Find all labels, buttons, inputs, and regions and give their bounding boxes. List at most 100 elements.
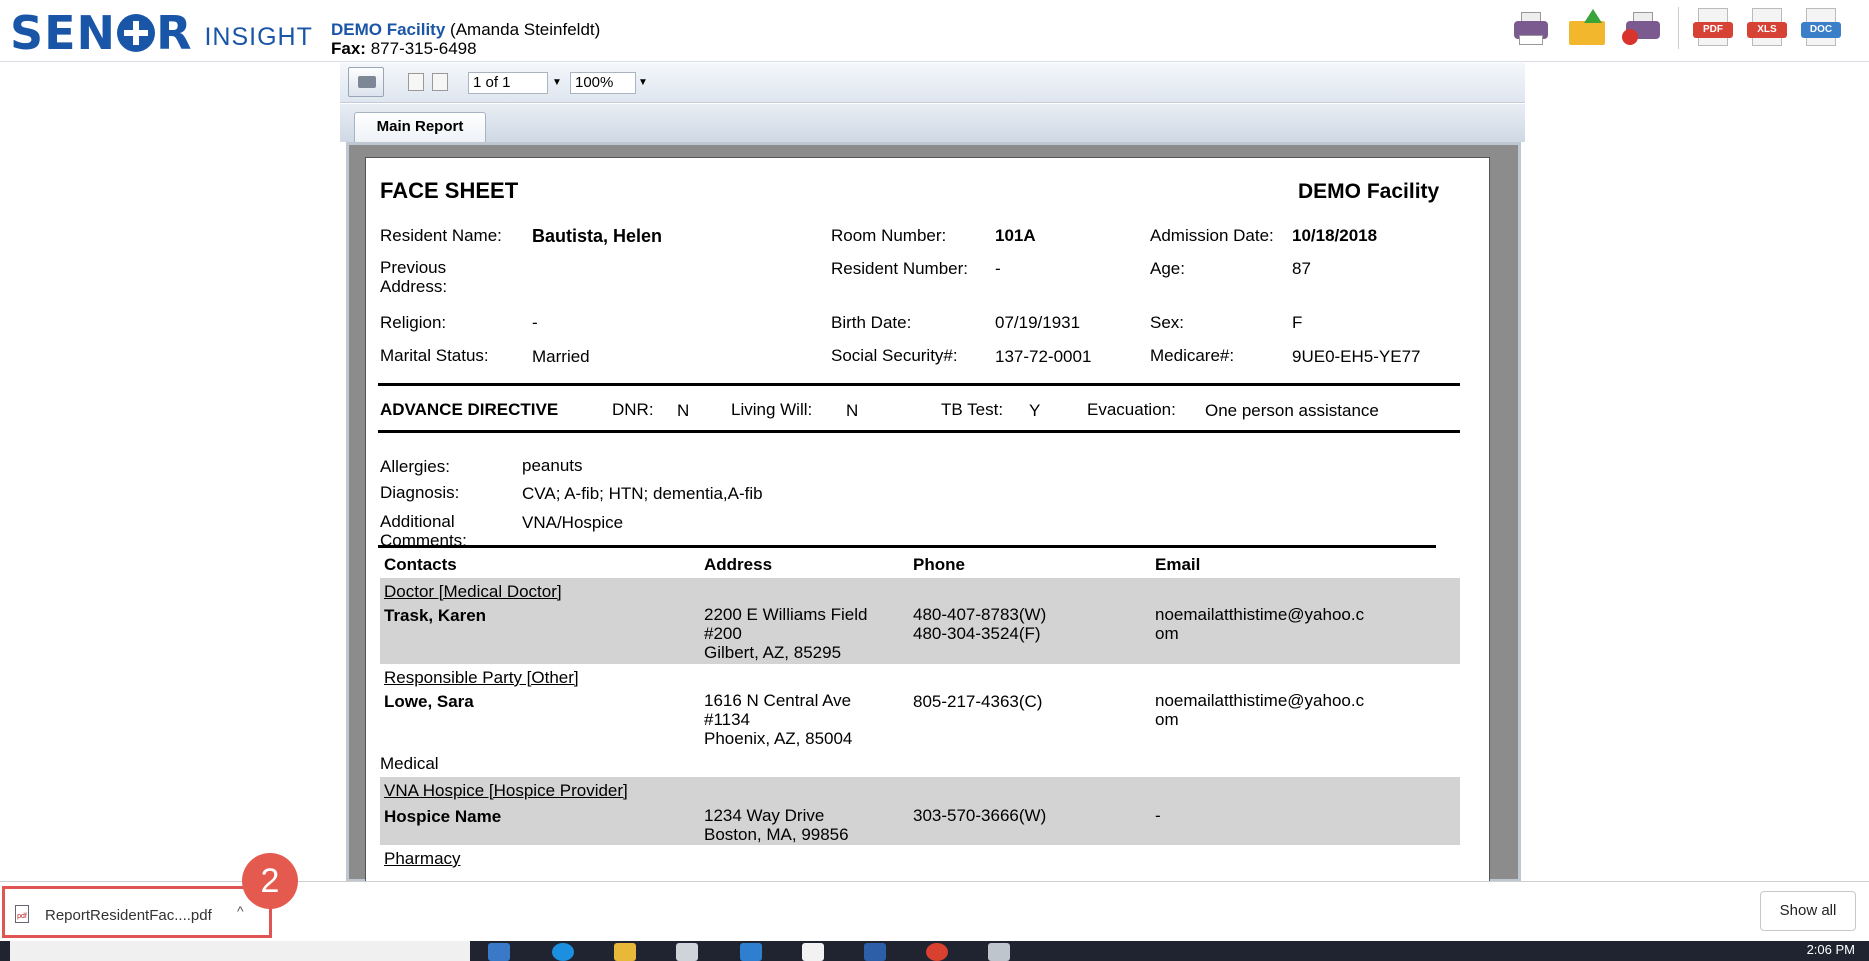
evacuation-label: Evacuation:: [1087, 400, 1176, 419]
contact-address: #1134: [704, 710, 751, 729]
fax-number: 877-315-6498: [370, 39, 477, 58]
medicare-label: Medicare#:: [1150, 346, 1235, 365]
col-email: Email: [1155, 555, 1201, 574]
living-will-label: Living Will:: [731, 400, 813, 419]
comments-label-line2: Comments:: [380, 531, 467, 550]
marital-status-label: Marital Status:: [380, 346, 489, 365]
contact-phone: 480-304-3524(F): [913, 624, 1041, 643]
medicare-value: 9UE0-EH5-YE77: [1292, 347, 1421, 366]
contact-address: 2200 E Williams Field: [704, 605, 868, 624]
birth-date-label: Birth Date:: [831, 313, 912, 332]
room-number-label: Room Number:: [831, 226, 947, 245]
dnr-value: N: [677, 401, 690, 420]
senior-insight-logo[interactable]: SEN R INSIGHT: [10, 4, 313, 58]
tab-main-report[interactable]: Main Report: [354, 112, 486, 142]
contact-phone: 480-407-8783(W): [913, 605, 1047, 624]
age-value: 87: [1292, 259, 1311, 278]
toolbar-divider: [1678, 7, 1679, 49]
allergies-label: Allergies:: [380, 457, 450, 476]
file-explorer-icon[interactable]: [614, 943, 636, 961]
resident-name-label: Resident Name:: [380, 226, 502, 245]
first-page-icon[interactable]: [408, 73, 424, 91]
tb-test-label: TB Test:: [941, 400, 1004, 419]
app-header: SEN R INSIGHT DEMO Facility (Amanda Stein…: [0, 0, 1869, 62]
zoom-selector[interactable]: 100%: [570, 72, 636, 94]
xls-icon[interactable]: XLS: [1747, 6, 1787, 50]
section-divider: [378, 383, 1460, 386]
zoom-dropdown-icon[interactable]: ▼: [638, 72, 652, 94]
store-icon[interactable]: [676, 943, 698, 961]
diagnosis-label: Diagnosis:: [380, 483, 460, 502]
contact-name: Lowe, Sara: [384, 692, 474, 711]
viewer-print-button[interactable]: [348, 67, 384, 97]
fax-icon[interactable]: [1622, 7, 1664, 49]
advance-directive-heading: ADVANCE DIRECTIVE: [380, 400, 559, 419]
living-will-value: N: [846, 401, 859, 420]
birth-date: 07/19/1931: [995, 313, 1081, 332]
notes-icon[interactable]: [988, 943, 1010, 961]
contact-type-link[interactable]: VNA Hospice [Hospice Provider]: [384, 781, 628, 801]
contact-type-link[interactable]: Doctor [Medical Doctor]: [384, 582, 562, 602]
printer-icon[interactable]: [1510, 7, 1552, 49]
contact-note: Medical: [380, 754, 439, 773]
contact-phone: 303-570-3666(W): [913, 806, 1047, 825]
report-tab-strip: Main Report: [340, 104, 1525, 142]
show-all-button[interactable]: Show all: [1760, 891, 1856, 931]
resident-name: Bautista, Helen: [532, 226, 663, 246]
app-icon[interactable]: [740, 943, 762, 961]
logo-cross-icon: [117, 14, 156, 52]
contact-address: 1234 Way Drive: [704, 806, 825, 825]
ssn-value: 137-72-0001: [995, 347, 1092, 366]
room-number: 101A: [995, 226, 1036, 245]
contact-type-link[interactable]: Responsible Party [Other]: [384, 668, 579, 688]
contact-address: Gilbert, AZ, 85295: [704, 643, 842, 662]
app-icon[interactable]: [802, 943, 824, 961]
word-icon[interactable]: [864, 943, 886, 961]
table-row: Pharmacy: [380, 845, 1460, 885]
religion-value: -: [532, 313, 538, 332]
comments-value: VNA/Hospice: [522, 513, 624, 532]
dnr-label: DNR:: [612, 400, 654, 419]
marital-status: Married: [532, 347, 590, 366]
contacts-divider: [378, 545, 1436, 548]
download-file-name: ReportResidentFac....pdf: [45, 907, 212, 924]
contact-address: 1616 N Central Ave: [704, 691, 852, 710]
facility-info: DEMO Facility (Amanda Steinfeldt) Fax: 8…: [331, 20, 600, 58]
report-page-frame: FACE SHEET DEMO Facility Resident Name: …: [346, 142, 1521, 887]
email-icon[interactable]: [1566, 7, 1608, 49]
download-item[interactable]: pdf ReportResidentFac....pdf ^: [2, 886, 272, 938]
resident-number: -: [995, 259, 1001, 278]
print-icon: [358, 76, 376, 88]
doc-icon[interactable]: DOC: [1801, 6, 1841, 50]
sex-value: F: [1292, 313, 1303, 332]
user-name: (Amanda Steinfeldt): [450, 20, 601, 39]
system-clock[interactable]: 2:06 PM: [1807, 942, 1855, 957]
previous-address-label-line2: Address:: [380, 277, 448, 296]
previous-page-icon[interactable]: [432, 73, 448, 91]
col-contacts: Contacts: [384, 555, 457, 574]
col-address: Address: [704, 555, 773, 574]
contact-email: noemailatthistime@yahoo.c: [1155, 691, 1365, 710]
report-facility: DEMO Facility: [1298, 180, 1440, 203]
pdf-icon[interactable]: PDF: [1693, 6, 1733, 50]
ssn-label: Social Security#:: [831, 346, 958, 365]
table-row: Doctor [Medical Doctor] Trask, Karen 220…: [380, 578, 1460, 664]
admission-date: 10/18/2018: [1292, 226, 1378, 245]
previous-address-label: Previous: [380, 258, 447, 277]
page-dropdown-icon[interactable]: ▼: [552, 72, 566, 94]
chrome-icon[interactable]: [926, 943, 948, 961]
edge-browser-icon[interactable]: [552, 943, 574, 961]
table-row: Responsible Party [Other] Lowe, Sara 161…: [380, 664, 1460, 777]
taskview-icon[interactable]: [488, 943, 510, 961]
evacuation-value: One person assistance: [1205, 401, 1379, 420]
facility-name: DEMO Facility: [331, 20, 446, 39]
comments-label: Additional: [380, 512, 455, 531]
chevron-up-icon[interactable]: ^: [237, 903, 244, 919]
contact-name: Trask, Karen: [384, 606, 487, 625]
contact-phone: 805-217-4363(C): [913, 692, 1043, 711]
admission-date-label: Admission Date:: [1150, 226, 1274, 245]
taskbar-search-input[interactable]: [10, 941, 470, 961]
page-selector[interactable]: 1 of 1: [468, 72, 548, 94]
contact-name: Hospice Name: [384, 807, 502, 826]
contact-type-link[interactable]: Pharmacy: [384, 849, 461, 869]
